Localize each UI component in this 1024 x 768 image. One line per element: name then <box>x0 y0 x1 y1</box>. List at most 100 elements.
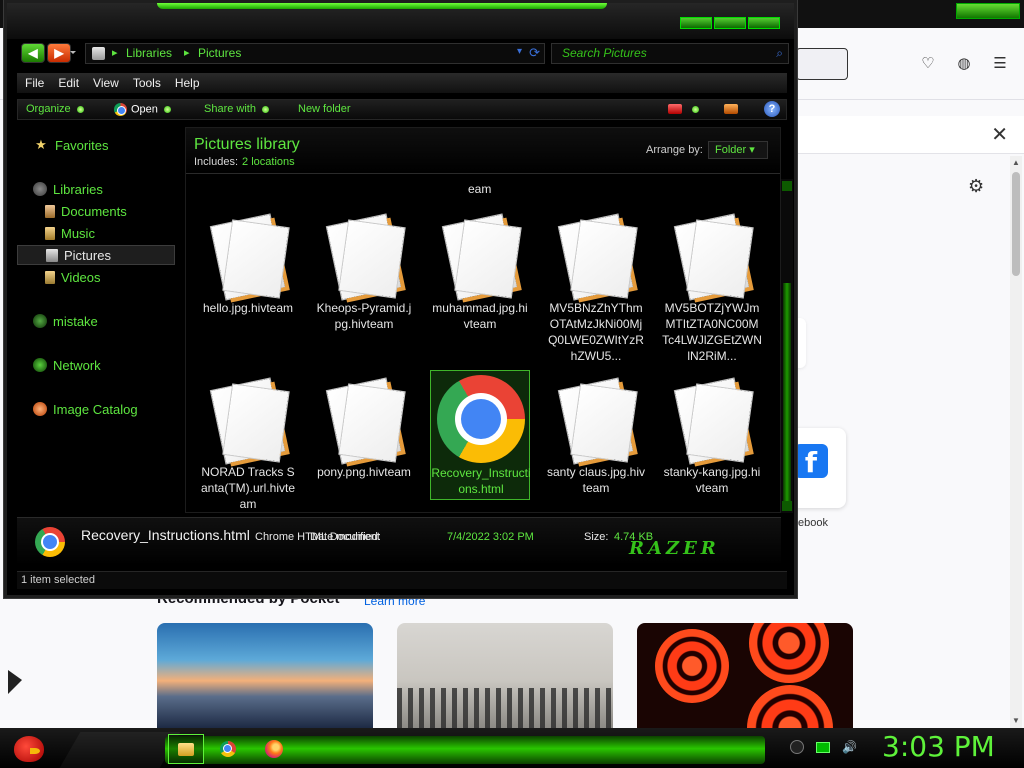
sidebar-item-favorites[interactable]: ★ Favorites <box>17 135 175 155</box>
firefox-icon <box>265 740 283 758</box>
scroll-up-icon[interactable] <box>782 181 792 191</box>
menu-help[interactable]: Help <box>175 76 200 90</box>
file-item[interactable]: MV5BNzZhYThmOTAtMzJkNi00MjQ0LWE0ZWItYzRh… <box>546 206 646 363</box>
file-item[interactable]: Recovery_Instructions.html <box>430 370 531 500</box>
minimize-button[interactable] <box>680 17 712 29</box>
sidebar-item-documents[interactable]: Documents <box>17 201 175 221</box>
scroll-down-icon[interactable]: ▼ <box>1011 716 1021 726</box>
arrange-by-label: Arrange by: <box>646 144 703 156</box>
organize-button[interactable]: Organize <box>26 103 84 115</box>
firefox-button[interactable] <box>256 734 292 764</box>
menu-view[interactable]: View <box>93 76 119 90</box>
sidebar-item-label: Pictures <box>64 247 111 263</box>
status-bar: 1 item selected <box>17 571 787 589</box>
new-folder-button[interactable]: New folder <box>298 103 351 115</box>
address-bar[interactable]: ▸ Libraries ▸ Pictures ▾ ⟳ <box>85 43 545 64</box>
taskbar-clock[interactable]: 3:03 PM <box>882 730 995 763</box>
angry-bird-icon <box>14 736 44 762</box>
scrollbar-thumb[interactable] <box>1012 172 1020 276</box>
file-item[interactable]: santy claus.jpg.hivteam <box>546 370 646 500</box>
maximize-button[interactable] <box>714 17 746 29</box>
sidebar-item-network[interactable]: Network <box>17 355 175 375</box>
file-name: santy claus.jpg.hivteam <box>546 465 646 495</box>
file-item[interactable]: Kheops-Pyramid.jpg.hivteam <box>314 206 414 336</box>
page-scrollbar[interactable]: ▲ ▼ <box>1010 156 1022 728</box>
change-view-icon[interactable] <box>668 104 682 114</box>
sidebar-item-image-catalog[interactable]: Image Catalog <box>17 399 175 419</box>
breadcrumb-libraries[interactable]: Libraries <box>126 46 172 60</box>
explorer-button[interactable] <box>168 734 204 764</box>
file-item[interactable]: hello.jpg.hivteam <box>198 206 298 336</box>
pocket-icon[interactable]: ♡ <box>919 55 937 73</box>
forward-button[interactable]: ▶ <box>47 43 76 63</box>
sidebar-item-libraries[interactable]: Libraries <box>17 179 175 199</box>
account-icon[interactable]: ◍ <box>955 55 973 73</box>
file-thumbnail-icon <box>674 378 753 464</box>
sidebar-item-music[interactable]: Music <box>17 223 175 243</box>
chrome-icon <box>35 527 65 557</box>
sidebar-item-homegroup[interactable]: mistake <box>17 311 175 331</box>
library-icon <box>33 182 47 196</box>
titlebar-accent <box>157 3 607 9</box>
partial-file-label: eam <box>468 182 492 196</box>
navigation-pane: ★ Favorites Libraries Documents Music Pic… <box>17 125 177 513</box>
search-icon[interactable]: ⌕ <box>776 46 783 61</box>
file-item[interactable]: MV5BOTZjYWJmMTItZTA0NC00MTc4LWJlZGEtZWNl… <box>662 206 762 363</box>
details-date-value: 7/4/2022 3:02 PM <box>447 531 534 543</box>
search-input[interactable]: Search Pictures ⌕ <box>551 43 789 64</box>
menu-file[interactable]: File <box>25 76 44 90</box>
sidebar-item-videos[interactable]: Videos <box>17 267 175 287</box>
library-includes: Includes: 2 locations <box>194 156 295 168</box>
dropdown-icon <box>76 105 84 113</box>
story-image <box>749 623 829 683</box>
pocket-story-card[interactable] <box>637 623 853 728</box>
file-item[interactable]: pony.png.hivteam <box>314 370 414 500</box>
gear-icon[interactable]: ⚙ <box>968 176 984 197</box>
sidebar-item-label: Image Catalog <box>53 401 138 417</box>
file-name: muhammad.jpg.hivteam <box>432 301 528 331</box>
explorer-titlebar[interactable] <box>7 3 794 39</box>
refresh-icon[interactable]: ⟳ <box>529 45 540 61</box>
scroll-down-icon[interactable] <box>782 501 792 511</box>
share-with-button[interactable]: Share with <box>204 103 269 115</box>
menu-edit[interactable]: Edit <box>58 76 79 90</box>
window-controls[interactable] <box>956 3 1020 19</box>
breadcrumb-pictures[interactable]: Pictures <box>198 46 241 60</box>
chevron-right-icon[interactable]: ▸ <box>184 46 190 59</box>
back-button[interactable]: ◀ <box>21 43 45 63</box>
arrange-by-dropdown[interactable]: Folder ▾ <box>708 141 768 159</box>
file-item[interactable]: NORAD Tracks Santa(TM).url.hivteam <box>198 370 298 511</box>
file-item[interactable]: stanky-kang.jpg.hivteam <box>662 370 762 500</box>
sidebar-item-label: Documents <box>61 203 127 219</box>
file-item[interactable]: muhammad.jpg.hivteam <box>430 206 530 336</box>
view-dropdown-icon[interactable] <box>692 106 699 113</box>
includes-locations-link[interactable]: 2 locations <box>242 156 295 168</box>
chrome-button[interactable] <box>212 734 248 764</box>
menu-icon[interactable]: ☰ <box>991 55 1009 73</box>
network-status-icon[interactable] <box>816 741 830 753</box>
scrollbar-thumb[interactable] <box>783 283 791 503</box>
url-bar[interactable] <box>796 48 848 80</box>
pocket-story-card[interactable] <box>397 623 613 728</box>
file-list-pane: Pictures library Includes: 2 locations Ar… <box>185 127 781 513</box>
tray-chevron-icon[interactable] <box>790 740 804 754</box>
pocket-story-card[interactable] <box>157 623 373 728</box>
scroll-up-icon[interactable]: ▲ <box>1011 158 1021 168</box>
sidebar-item-label: Videos <box>61 269 101 285</box>
file-name: MV5BOTZjYWJmMTItZTA0NC00MTc4LWJlZGEtZWNl… <box>662 301 762 363</box>
chevron-right-icon[interactable]: ▸ <box>112 46 118 59</box>
menu-tools[interactable]: Tools <box>133 76 161 90</box>
address-dropdown-icon[interactable]: ▾ <box>517 46 522 57</box>
sidebar-item-pictures[interactable]: Pictures <box>17 245 175 265</box>
volume-icon[interactable]: 🔊 <box>842 740 857 754</box>
explorer-window: ◀ ▶ ▸ Libraries ▸ Pictures ▾ ⟳ Search Pi… <box>4 0 797 598</box>
start-button[interactable] <box>8 730 48 766</box>
help-icon[interactable]: ? <box>764 101 780 117</box>
preview-pane-icon[interactable] <box>724 104 738 114</box>
open-button[interactable]: Open <box>114 103 171 116</box>
close-button[interactable] <box>748 17 780 29</box>
close-icon[interactable]: ✕ <box>991 122 1008 147</box>
catalog-icon <box>33 402 47 416</box>
sidebar-item-label: Libraries <box>53 181 103 197</box>
file-list-scrollbar[interactable] <box>781 179 793 513</box>
